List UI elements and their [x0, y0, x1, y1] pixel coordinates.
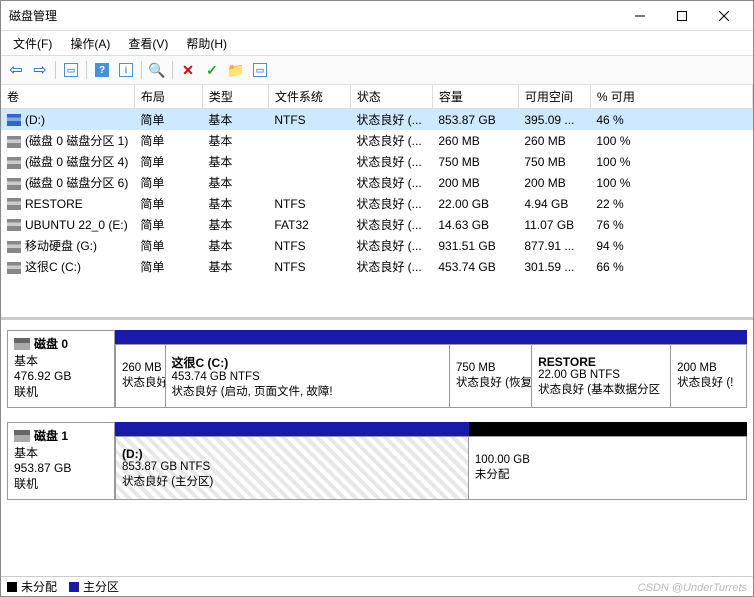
view-top-button[interactable]: ▭ — [60, 59, 82, 81]
back-button[interactable]: ⇦ — [5, 59, 27, 81]
swatch-black-icon — [7, 582, 17, 592]
volume-icon — [7, 114, 21, 126]
table-row[interactable]: UBUNTU 22_0 (E:)简单基本FAT32状态良好 (...14.63 … — [1, 214, 753, 235]
disk-info[interactable]: 磁盘 0基本476.92 GB联机 — [7, 330, 115, 408]
arrow-right-icon: ⇨ — [33, 60, 46, 80]
volume-icon — [7, 241, 21, 253]
col-volume[interactable]: 卷 — [1, 85, 134, 109]
title-bar: 磁盘管理 — [1, 1, 753, 31]
disk-info[interactable]: 磁盘 1基本953.87 GB联机 — [7, 422, 115, 500]
props-button[interactable]: ▭ — [249, 59, 271, 81]
forward-button[interactable]: ⇨ — [29, 59, 51, 81]
table-row[interactable]: (磁盘 0 磁盘分区 1)简单基本状态良好 (...260 MB260 MB10… — [1, 130, 753, 151]
disk-graphic-pane[interactable]: 磁盘 0基本476.92 GB联机260 MB状态良好 (E这很C (C:)45… — [1, 320, 753, 576]
col-free[interactable]: 可用空间 — [518, 85, 590, 109]
disk-partitions: 260 MB状态良好 (E这很C (C:)453.74 GB NTFS状态良好 … — [115, 330, 747, 408]
menu-help[interactable]: 帮助(H) — [178, 33, 235, 54]
col-type[interactable]: 类型 — [202, 85, 268, 109]
table-row[interactable]: (D:)简单基本NTFS状态良好 (...853.87 GB395.09 ...… — [1, 109, 753, 131]
disk-header-bar — [115, 422, 747, 436]
volume-icon — [7, 262, 21, 274]
apply-button[interactable]: ✓ — [201, 59, 223, 81]
refresh-icon: 🔍 — [148, 62, 165, 79]
partition-block[interactable]: 这很C (C:)453.74 GB NTFS状态良好 (启动, 页面文件, 故障… — [166, 344, 450, 408]
volume-icon — [7, 157, 21, 169]
menu-action[interactable]: 操作(A) — [62, 33, 118, 54]
toolbar-separator — [141, 61, 142, 79]
partition-block[interactable]: 750 MB状态良好 (恢复 — [450, 344, 532, 408]
col-layout[interactable]: 布局 — [134, 85, 202, 109]
info-button[interactable]: i — [115, 59, 137, 81]
partition-block[interactable]: (D:)853.87 GB NTFS状态良好 (主分区) — [115, 436, 469, 500]
table-row[interactable]: (磁盘 0 磁盘分区 4)简单基本状态良好 (...750 MB750 MB10… — [1, 151, 753, 172]
panel-icon: ▭ — [64, 63, 78, 77]
table-row[interactable]: (磁盘 0 磁盘分区 6)简单基本状态良好 (...200 MB200 MB10… — [1, 172, 753, 193]
minimize-button[interactable] — [619, 2, 661, 30]
help-icon: ? — [95, 63, 109, 77]
disk-partitions: (D:)853.87 GB NTFS状态良好 (主分区)100.00 GB未分配 — [115, 422, 747, 500]
volume-icon — [7, 178, 21, 190]
window-title: 磁盘管理 — [9, 7, 619, 24]
disk-header-bar — [115, 330, 747, 344]
table-row[interactable]: RESTORE简单基本NTFS状态良好 (...22.00 GB4.94 GB2… — [1, 193, 753, 214]
close-button[interactable] — [703, 2, 745, 30]
properties-icon: ▭ — [253, 63, 267, 77]
col-status[interactable]: 状态 — [350, 85, 432, 109]
delete-button[interactable]: ✕ — [177, 59, 199, 81]
legend: 未分配 主分区 — [1, 576, 753, 596]
menu-view[interactable]: 查看(V) — [120, 33, 176, 54]
folder-icon: 📁 — [227, 62, 244, 79]
partition-block[interactable]: 260 MB状态良好 (E — [115, 344, 166, 408]
table-row[interactable]: 移动硬盘 (G:)简单基本NTFS状态良好 (...931.51 GB877.9… — [1, 235, 753, 256]
partition-block[interactable]: RESTORE22.00 GB NTFS状态良好 (基本数据分区 — [532, 344, 671, 408]
partition-block[interactable]: 200 MB状态良好 (! — [671, 344, 747, 408]
toolbar-separator — [55, 61, 56, 79]
x-icon: ✕ — [182, 62, 194, 79]
col-pct[interactable]: % 可用 — [590, 85, 752, 109]
disk-row: 磁盘 0基本476.92 GB联机260 MB状态良好 (E这很C (C:)45… — [7, 330, 747, 408]
toolbar-separator — [86, 61, 87, 79]
table-row[interactable]: 这很C (C:)简单基本NTFS状态良好 (...453.74 GB301.59… — [1, 256, 753, 277]
swatch-blue-icon — [69, 582, 79, 592]
col-capacity[interactable]: 容量 — [432, 85, 518, 109]
info-icon: i — [119, 63, 133, 77]
menu-file[interactable]: 文件(F) — [5, 33, 60, 54]
refresh-button[interactable]: 🔍 — [146, 59, 168, 81]
volume-icon — [7, 136, 21, 148]
legend-primary: 主分区 — [69, 578, 119, 595]
menu-bar: 文件(F) 操作(A) 查看(V) 帮助(H) — [1, 31, 753, 55]
disk-icon — [14, 430, 30, 442]
toolbar-separator — [172, 61, 173, 79]
legend-unallocated: 未分配 — [7, 578, 57, 595]
toolbar: ⇦ ⇨ ▭ ? i 🔍 ✕ ✓ 📁 ▭ — [1, 55, 753, 85]
partition-block[interactable]: 100.00 GB未分配 — [469, 436, 747, 500]
folder-button[interactable]: 📁 — [225, 59, 247, 81]
volume-list-pane[interactable]: 卷 布局 类型 文件系统 状态 容量 可用空间 % 可用 (D:)简单基本NTF… — [1, 85, 753, 320]
arrow-left-icon: ⇦ — [9, 60, 22, 80]
content-area: 卷 布局 类型 文件系统 状态 容量 可用空间 % 可用 (D:)简单基本NTF… — [1, 85, 753, 576]
help-button[interactable]: ? — [91, 59, 113, 81]
check-icon: ✓ — [206, 62, 218, 79]
volume-icon — [7, 219, 21, 231]
maximize-button[interactable] — [661, 2, 703, 30]
volume-table: 卷 布局 类型 文件系统 状态 容量 可用空间 % 可用 (D:)简单基本NTF… — [1, 85, 753, 277]
disk-row: 磁盘 1基本953.87 GB联机 (D:)853.87 GB NTFS状态良好… — [7, 422, 747, 500]
disk-icon — [14, 338, 30, 350]
volume-icon — [7, 198, 21, 210]
col-fs[interactable]: 文件系统 — [268, 85, 350, 109]
